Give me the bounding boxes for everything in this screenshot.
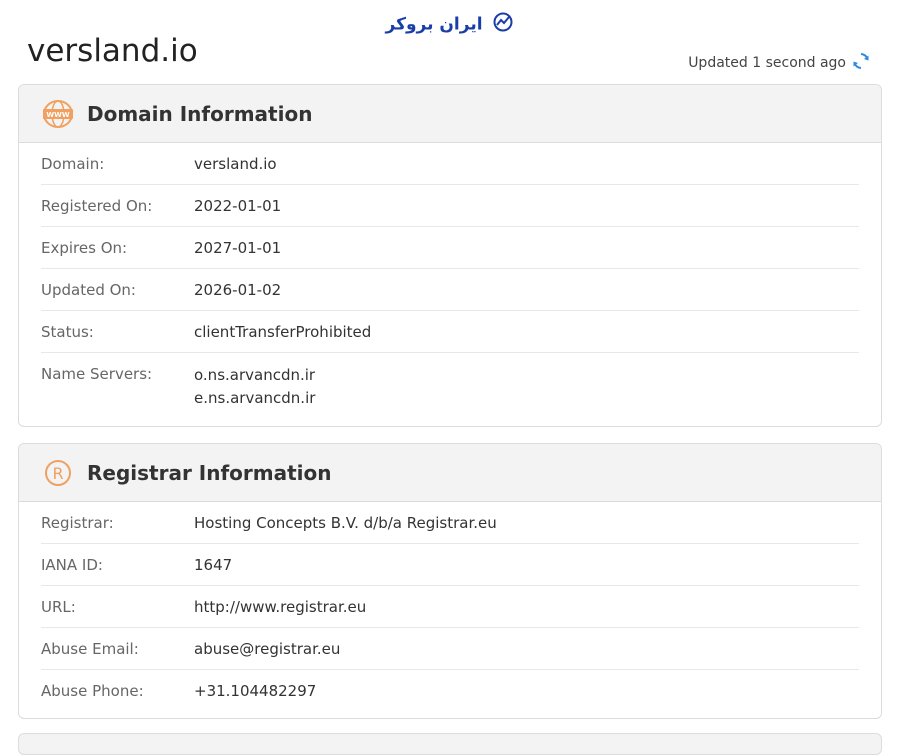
row-value: abuse@registrar.eu: [194, 640, 341, 658]
name-server: e.ns.arvancdn.ir: [194, 389, 316, 407]
registrar-info-card: R Registrar Information Registrar: Hosti…: [18, 443, 882, 719]
info-row-registrar: Registrar: Hosting Concepts B.V. d/b/a R…: [41, 502, 859, 544]
registered-mark-icon: R: [41, 456, 75, 490]
row-label: Expires On:: [41, 239, 128, 257]
registrar-info-header: R Registrar Information: [19, 444, 881, 502]
brand-logo-text: ایران بروکر: [385, 14, 483, 35]
svg-text:WWW: WWW: [46, 111, 69, 119]
row-label: Abuse Phone:: [41, 682, 144, 700]
www-globe-icon: WWW: [41, 97, 75, 131]
info-row-url: URL: http://www.registrar.eu: [41, 586, 859, 628]
info-row-updated: Updated On: 2026-01-02: [41, 269, 859, 311]
row-value: http://www.registrar.eu: [194, 598, 367, 616]
svg-text:R: R: [52, 464, 63, 483]
info-row-abuse-phone: Abuse Phone: +31.104482297: [41, 670, 859, 712]
name-server: o.ns.arvancdn.ir: [194, 366, 316, 384]
updated-status: Updated 1 second ago: [688, 52, 870, 74]
row-label: Abuse Email:: [41, 640, 139, 658]
row-value: o.ns.arvancdn.ir e.ns.arvancdn.ir: [194, 365, 315, 411]
next-card-edge: [18, 733, 882, 755]
row-label: IANA ID:: [41, 556, 103, 574]
row-value: 2026-01-02: [194, 281, 282, 299]
info-row-iana: IANA ID: 1647: [41, 544, 859, 586]
row-value: 2022-01-01: [194, 197, 282, 215]
row-label: Registered On:: [41, 197, 153, 215]
refresh-icon[interactable]: [852, 52, 870, 74]
row-value: 1647: [194, 556, 233, 574]
page-title: versland.io: [27, 33, 198, 69]
info-row-status: Status: clientTransferProhibited: [41, 311, 859, 353]
registrar-info-title: Registrar Information: [87, 460, 332, 485]
info-row-domain: Domain: versland.io: [41, 143, 859, 185]
row-value: +31.104482297: [194, 682, 317, 700]
updated-text: Updated 1 second ago: [688, 55, 846, 71]
info-row-expires: Expires On: 2027-01-01: [41, 227, 859, 269]
row-label: Registrar:: [41, 514, 114, 532]
row-value: versland.io: [194, 155, 277, 173]
domain-info-title: Domain Information: [87, 101, 313, 126]
info-row-name-servers: Name Servers: o.ns.arvancdn.ir e.ns.arva…: [41, 353, 859, 421]
domain-info-card: WWW Domain Information Domain: versland.…: [18, 84, 882, 427]
row-label: Name Servers:: [41, 365, 153, 383]
row-label: Updated On:: [41, 281, 136, 299]
row-label: Domain:: [41, 155, 105, 173]
row-value: Hosting Concepts B.V. d/b/a Registrar.eu: [194, 514, 497, 532]
domain-info-header: WWW Domain Information: [19, 85, 881, 143]
row-label: URL:: [41, 598, 76, 616]
row-value: clientTransferProhibited: [194, 323, 372, 341]
row-value: 2027-01-01: [194, 239, 282, 257]
info-row-registered: Registered On: 2022-01-01: [41, 185, 859, 227]
chart-trend-icon: [492, 12, 514, 37]
row-label: Status:: [41, 323, 94, 341]
info-row-abuse-email: Abuse Email: abuse@registrar.eu: [41, 628, 859, 670]
